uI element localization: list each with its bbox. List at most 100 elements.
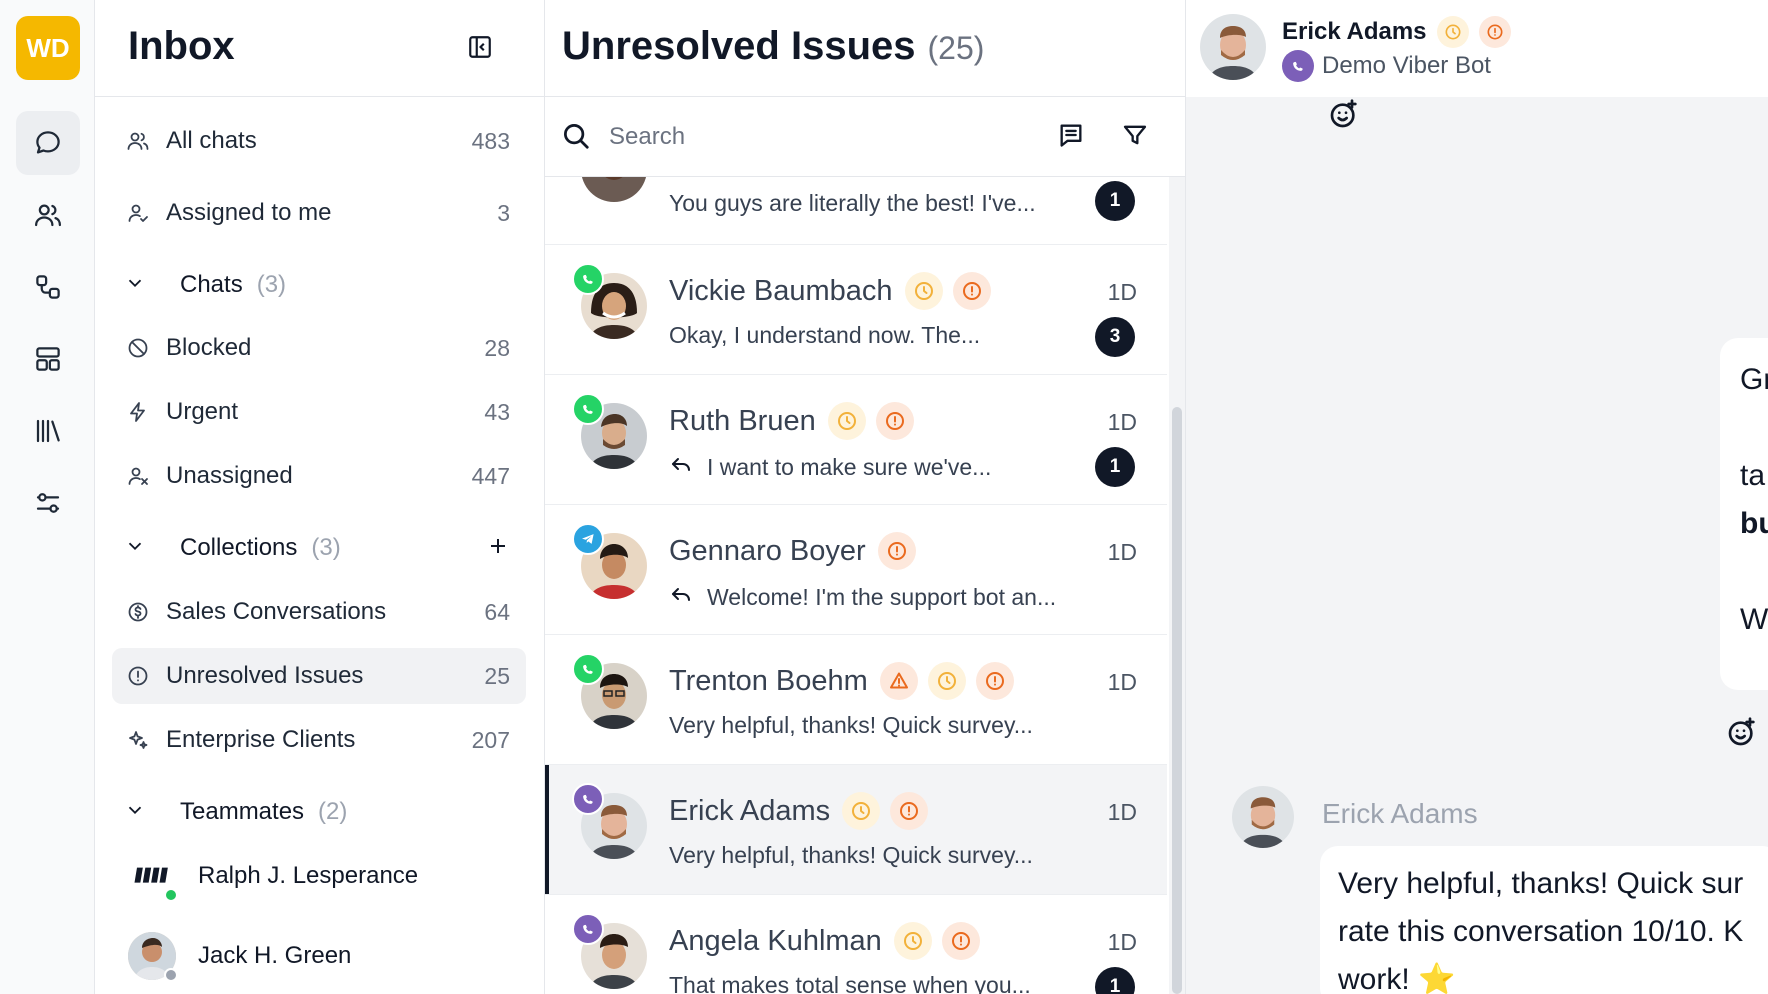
users-icon[interactable] <box>16 183 80 247</box>
search-icon <box>561 121 591 156</box>
chat-bubble-icon[interactable] <box>16 111 80 175</box>
conversation-time: 1D <box>1107 539 1137 565</box>
list-count: (25) <box>927 30 985 66</box>
alert-circle-icon <box>952 272 991 310</box>
conversation-name: Gennaro Boyer <box>669 532 926 570</box>
library-icon[interactable] <box>16 399 80 463</box>
user-check-icon <box>124 199 152 227</box>
message-bubble: Gr ta bu W <box>1720 338 1768 690</box>
avatar[interactable] <box>1200 14 1266 80</box>
blocked-icon <box>124 334 152 362</box>
add-reaction-icon[interactable] <box>1328 98 1362 132</box>
sidebar-item-label: Blocked <box>166 334 252 361</box>
section-count: (2) <box>318 798 348 825</box>
clock-icon <box>1436 16 1469 48</box>
teammate-item[interactable]: Ralph J. Lesperance <box>128 848 418 904</box>
sidebar-item-label: Unresolved Issues <box>166 662 364 689</box>
conversation-row[interactable]: Gennaro Boyer Welcome! I'm the support b… <box>545 505 1167 635</box>
reply-icon <box>669 582 707 612</box>
conversation-preview: You guys are literally the best! I've... <box>669 190 1036 217</box>
preview-text: Welcome! I'm the support bot an... <box>707 583 1057 610</box>
section-collections[interactable]: Collections (3) <box>112 520 526 576</box>
sidebar-item-unassigned[interactable]: Unassigned 447 <box>112 448 526 504</box>
lightning-icon <box>124 398 152 426</box>
sidebar-item-label: Enterprise Clients <box>166 726 356 753</box>
message-list-icon[interactable] <box>1057 121 1087 151</box>
user-x-icon <box>124 462 152 490</box>
sidebar-item-count: 43 <box>484 398 510 425</box>
layout-icon[interactable] <box>16 327 80 391</box>
whatsapp-icon <box>572 393 604 425</box>
sidebar-item-count: 28 <box>484 334 510 361</box>
sidebar-item-urgent[interactable]: Urgent 43 <box>112 384 526 440</box>
contact-name: Trenton Boehm <box>669 664 868 697</box>
section-teammates[interactable]: Teammates (2) <box>112 784 526 840</box>
sidebar-item-all-chats[interactable]: All chats 483 <box>112 113 526 169</box>
conversation-time: 1D <box>1107 279 1137 305</box>
contact-name: Erick Adams <box>1282 18 1427 45</box>
message-line: Very helpful, thanks! Quick sur <box>1338 867 1744 900</box>
add-reaction-icon[interactable] <box>1726 716 1760 750</box>
star-emoji-icon: ⭐ <box>1418 963 1456 994</box>
telegram-icon <box>572 523 604 555</box>
chevron-down-icon[interactable] <box>124 535 152 562</box>
sidebar-item-blocked[interactable]: Blocked 28 <box>112 320 526 376</box>
section-label: Chats <box>180 271 243 298</box>
sidebar-item-count: 25 <box>484 662 510 689</box>
conversation-preview: Very helpful, thanks! Quick survey... <box>669 712 1033 739</box>
warning-icon <box>879 662 918 700</box>
chat-channel: Demo Viber Bot <box>1282 50 1491 82</box>
section-chats[interactable]: Chats (3) <box>112 257 526 313</box>
alert-circle-icon <box>1478 16 1511 48</box>
alert-circle-icon <box>877 532 916 570</box>
workflow-icon[interactable] <box>16 255 80 319</box>
message-line: bu <box>1740 507 1768 540</box>
conversation-row[interactable]: Angela Kuhlman That makes total sense wh… <box>545 895 1167 994</box>
unread-badge: 1 <box>1095 967 1135 994</box>
sidebar-item-count: 447 <box>471 462 510 489</box>
filter-icon[interactable] <box>1121 121 1151 151</box>
viber-icon <box>572 913 604 945</box>
clock-icon <box>827 402 866 440</box>
section-label: Teammates <box>180 798 305 825</box>
conversation-row[interactable]: Vickie Baumbach Okay, I understand now. … <box>545 245 1167 375</box>
list-scrollbar[interactable] <box>1169 177 1185 994</box>
viber-icon <box>1282 50 1314 82</box>
unread-badge: 1 <box>1095 181 1135 221</box>
chevron-down-icon[interactable] <box>124 272 152 299</box>
sidebar-item-sales-conversations[interactable]: Sales Conversations 64 <box>112 584 526 640</box>
conversation-preview: Very helpful, thanks! Quick survey... <box>669 842 1033 869</box>
conversation-row[interactable]: Ruth Bruen I want to make sure we've... … <box>545 375 1167 505</box>
sidebar-item-enterprise-clients[interactable]: Enterprise Clients 207 <box>112 712 526 768</box>
conversation-preview: Welcome! I'm the support bot an... <box>669 582 1056 612</box>
add-collection-icon[interactable] <box>486 534 510 563</box>
conversation-name: Vickie Baumbach <box>669 272 1001 310</box>
conversation-time: 1D <box>1107 409 1137 435</box>
preview-text: Very helpful, thanks! Quick survey... <box>669 842 1033 868</box>
sidebar-item-label: Unassigned <box>166 462 293 489</box>
teammate-item[interactable]: Jack H. Green <box>128 928 351 984</box>
sidebar-item-unresolved-issues[interactable]: Unresolved Issues 25 <box>112 648 526 704</box>
conversation-row[interactable]: Trenton Boehm Very helpful, thanks! Quic… <box>545 635 1167 765</box>
preview-text: Okay, I understand now. The... <box>669 322 981 348</box>
alert-circle-icon <box>890 792 929 830</box>
collapse-sidebar-icon[interactable] <box>467 34 493 60</box>
conversation-name: Ruth Bruen <box>669 402 924 440</box>
scrollbar-thumb[interactable] <box>1172 407 1182 994</box>
clock-icon <box>842 792 881 830</box>
sidebar-item-assigned-to-me[interactable]: Assigned to me 3 <box>112 185 526 241</box>
message-line: ta <box>1740 459 1766 492</box>
search-input[interactable] <box>609 117 989 157</box>
sliders-icon[interactable] <box>16 471 80 535</box>
message-line-text: work! <box>1338 963 1410 994</box>
sidebar-header: Inbox <box>95 0 544 97</box>
workspace-logo[interactable]: WD <box>16 16 80 80</box>
channel-name: Demo Viber Bot <box>1322 52 1491 79</box>
sidebar-item-label: Sales Conversations <box>166 598 387 625</box>
sidebar-title: Inbox <box>128 24 235 68</box>
clock-icon <box>927 662 966 700</box>
chevron-down-icon[interactable] <box>124 799 152 826</box>
conversation-row[interactable]: Erick Adams Very helpful, thanks! Quick … <box>545 765 1167 895</box>
users-icon <box>124 127 152 155</box>
message-line <box>1740 548 1768 596</box>
